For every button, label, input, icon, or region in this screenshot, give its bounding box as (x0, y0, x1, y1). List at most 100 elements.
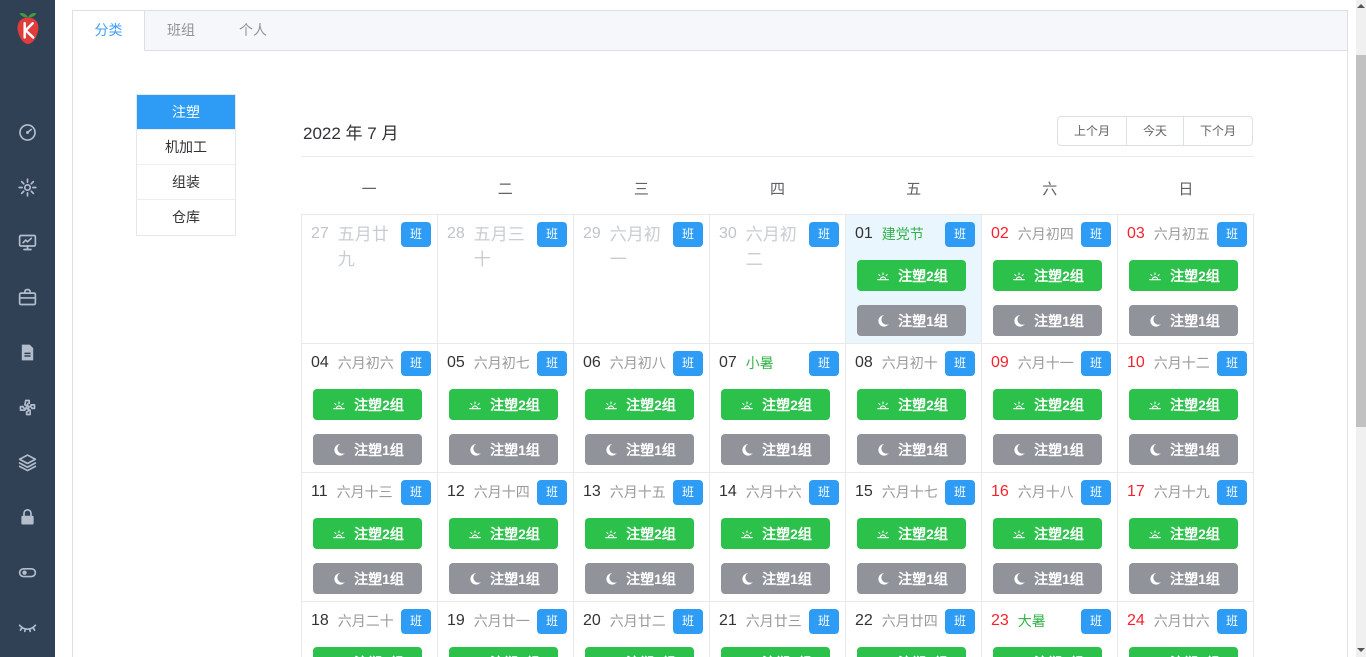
settings-icon[interactable] (0, 160, 55, 215)
category-warehouse[interactable]: 仓库 (137, 200, 235, 235)
dashboard-icon[interactable] (0, 105, 55, 160)
day-shift-button[interactable]: 注塑2组 (449, 389, 558, 420)
day-shift-button[interactable]: 注塑2组 (313, 647, 422, 657)
day-shift-button[interactable]: 注塑2组 (1129, 389, 1238, 420)
vertical-scrollbar[interactable] (1356, 0, 1366, 657)
shift-badge[interactable]: 班 (536, 351, 567, 376)
shift-badge[interactable]: 班 (944, 609, 975, 634)
prev-month-button[interactable]: 上个月 (1056, 116, 1127, 146)
day-shift-button[interactable]: 注塑2组 (993, 647, 1102, 657)
day-shift-button[interactable]: 注塑2组 (1129, 647, 1238, 657)
calendar-day-cell[interactable]: 03 六月初五班注塑2组 注塑1组 (1118, 215, 1254, 344)
day-shift-button[interactable]: 注塑2组 (313, 389, 422, 420)
shift-badge[interactable]: 班 (536, 609, 567, 634)
shift-badge[interactable]: 班 (944, 351, 975, 376)
category-injection[interactable]: 注塑 (137, 95, 235, 130)
scroll-down-button[interactable] (1356, 641, 1366, 657)
shift-badge[interactable]: 班 (400, 609, 431, 634)
day-shift-button[interactable]: 注塑2组 (721, 518, 830, 549)
shift-badge[interactable]: 班 (808, 222, 839, 247)
shift-badge[interactable]: 班 (672, 351, 703, 376)
calendar-day-cell[interactable]: 21六月廿三班注塑2组注塑1组 (710, 602, 846, 657)
day-shift-button[interactable]: 注塑2组 (313, 518, 422, 549)
calendar-day-cell[interactable]: 14 六月十六班注塑2组 注塑1组 (710, 473, 846, 602)
day-shift-button[interactable]: 注塑2组 (585, 389, 694, 420)
shift-badge[interactable]: 班 (808, 351, 839, 376)
calendar-day-cell[interactable]: 16 六月十八班注塑2组 注塑1组 (982, 473, 1118, 602)
calendar-day-cell[interactable]: 29 六月初一班 (574, 215, 710, 344)
night-shift-button[interactable]: 注塑1组 (1129, 563, 1238, 594)
day-shift-button[interactable]: 注塑2组 (721, 647, 830, 657)
shift-badge[interactable]: 班 (808, 480, 839, 505)
night-shift-button[interactable]: 注塑1组 (313, 563, 422, 594)
shift-badge[interactable]: 班 (1216, 351, 1247, 376)
category-machining[interactable]: 机加工 (137, 130, 235, 165)
calendar-day-cell[interactable]: 22六月廿四班注塑2组注塑1组 (846, 602, 982, 657)
eye-closed-icon[interactable] (0, 600, 55, 655)
calendar-day-cell[interactable]: 17 六月十九班注塑2组 注塑1组 (1118, 473, 1254, 602)
calendar-day-cell[interactable]: 28 五月三十班 (438, 215, 574, 344)
calendar-day-cell[interactable]: 19六月廿一班注塑2组注塑1组 (438, 602, 574, 657)
shift-badge[interactable]: 班 (1080, 222, 1111, 247)
layers-icon[interactable] (0, 435, 55, 490)
document-icon[interactable] (0, 325, 55, 380)
night-shift-button[interactable]: 注塑1组 (449, 434, 558, 465)
night-shift-button[interactable]: 注塑1组 (857, 563, 966, 594)
tab-category[interactable]: 分类 (73, 11, 145, 51)
calendar-day-cell[interactable]: 20六月廿二班注塑2组注塑1组 (574, 602, 710, 657)
calendar-day-cell[interactable]: 30 六月初二班 (710, 215, 846, 344)
night-shift-button[interactable]: 注塑1组 (721, 434, 830, 465)
calendar-day-cell[interactable]: 12 六月十四班注塑2组 注塑1组 (438, 473, 574, 602)
shift-badge[interactable]: 班 (672, 222, 703, 247)
calendar-day-cell[interactable]: 02 六月初四班注塑2组 注塑1组 (982, 215, 1118, 344)
lock-icon[interactable] (0, 490, 55, 545)
monitor-chart-icon[interactable] (0, 215, 55, 270)
day-shift-button[interactable]: 注塑2组 (857, 260, 966, 291)
shift-badge[interactable]: 班 (1216, 222, 1247, 247)
calendar-day-cell[interactable]: 27 五月廿九班 (302, 215, 438, 344)
day-shift-button[interactable]: 注塑2组 (857, 518, 966, 549)
day-shift-button[interactable]: 注塑2组 (857, 389, 966, 420)
night-shift-button[interactable]: 注塑1组 (857, 434, 966, 465)
night-shift-button[interactable]: 注塑1组 (585, 563, 694, 594)
day-shift-button[interactable]: 注塑2组 (1129, 518, 1238, 549)
calendar-day-cell[interactable]: 15 六月十七班注塑2组 注塑1组 (846, 473, 982, 602)
shift-badge[interactable]: 班 (536, 480, 567, 505)
calendar-day-cell[interactable]: 01 建党节 班注塑2组 注塑1组 (846, 215, 982, 344)
shift-badge[interactable]: 班 (400, 480, 431, 505)
shift-badge[interactable]: 班 (672, 480, 703, 505)
shift-badge[interactable]: 班 (944, 222, 975, 247)
day-shift-button[interactable]: 注塑2组 (993, 518, 1102, 549)
calendar-day-cell[interactable]: 18六月二十班注塑2组注塑1组 (302, 602, 438, 657)
shift-badge[interactable]: 班 (1216, 609, 1247, 634)
calendar-day-cell[interactable]: 05 六月初七班注塑2组 注塑1组 (438, 344, 574, 473)
day-shift-button[interactable]: 注塑2组 (857, 647, 966, 657)
day-shift-button[interactable]: 注塑2组 (585, 518, 694, 549)
puzzle-icon[interactable] (0, 380, 55, 435)
scrollbar-thumb[interactable] (1356, 55, 1366, 427)
next-month-button[interactable]: 下个月 (1182, 116, 1253, 146)
today-button[interactable]: 今天 (1125, 116, 1184, 146)
tab-team[interactable]: 班组 (145, 11, 217, 51)
night-shift-button[interactable]: 注塑1组 (1129, 434, 1238, 465)
shift-badge[interactable]: 班 (400, 222, 431, 247)
night-shift-button[interactable]: 注塑1组 (993, 305, 1102, 336)
tab-personal[interactable]: 个人 (217, 11, 289, 51)
shift-badge[interactable]: 班 (672, 609, 703, 634)
day-shift-button[interactable]: 注塑2组 (585, 647, 694, 657)
shift-badge[interactable]: 班 (536, 222, 567, 247)
scroll-up-button[interactable] (1356, 0, 1366, 16)
night-shift-button[interactable]: 注塑1组 (857, 305, 966, 336)
calendar-day-cell[interactable]: 10 六月十二班注塑2组 注塑1组 (1118, 344, 1254, 473)
calendar-day-cell[interactable]: 23大暑班注塑2组注塑1组 (982, 602, 1118, 657)
calendar-day-cell[interactable]: 04 六月初六班注塑2组 注塑1组 (302, 344, 438, 473)
toggle-icon[interactable] (0, 545, 55, 600)
shift-badge[interactable]: 班 (1080, 480, 1111, 505)
calendar-day-cell[interactable]: 06 六月初八班注塑2组 注塑1组 (574, 344, 710, 473)
calendar-day-cell[interactable]: 07 小暑 班注塑2组 注塑1组 (710, 344, 846, 473)
app-logo[interactable] (0, 0, 55, 55)
day-shift-button[interactable]: 注塑2组 (1129, 260, 1238, 291)
night-shift-button[interactable]: 注塑1组 (585, 434, 694, 465)
night-shift-button[interactable]: 注塑1组 (449, 563, 558, 594)
night-shift-button[interactable]: 注塑1组 (1129, 305, 1238, 336)
